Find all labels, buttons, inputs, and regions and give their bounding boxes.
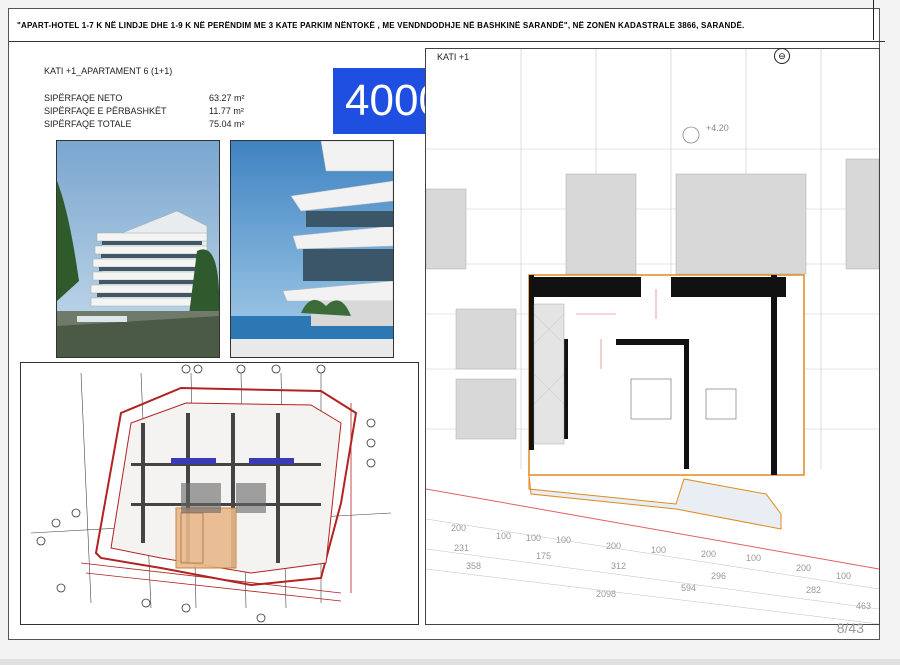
svg-text:296: 296 xyxy=(711,571,726,581)
svg-text:463: 463 xyxy=(856,601,871,611)
svg-text:200: 200 xyxy=(701,549,716,559)
svg-text:175: 175 xyxy=(536,551,551,561)
svg-text:100: 100 xyxy=(746,553,761,563)
area-row: SIPËRFAQE NETO 63.27 m² xyxy=(44,92,259,105)
area-label: SIPËRFAQE NETO xyxy=(44,93,123,103)
area-value: 63.27 m² xyxy=(209,93,245,103)
area-value: 11.77 m² xyxy=(209,106,244,116)
site-plan-drawing xyxy=(20,362,419,625)
area-table: SIPËRFAQE NETO 63.27 m² SIPËRFAQE E PËRB… xyxy=(44,92,259,131)
bottom-bar xyxy=(0,659,900,665)
svg-text:100: 100 xyxy=(496,531,511,541)
area-value: 75.04 m² xyxy=(209,119,245,129)
page-indicator: 8/43 xyxy=(836,620,864,636)
elevation-label: +4.20 xyxy=(706,123,729,133)
area-label: SIPËRFAQE E PËRBASHKËT xyxy=(44,106,167,116)
svg-text:100: 100 xyxy=(651,545,666,555)
document-title: "APART-HOTEL 1-7 K NË LINDJE DHE 1-9 K N… xyxy=(9,9,885,42)
svg-text:200: 200 xyxy=(606,541,621,551)
divider xyxy=(873,0,874,40)
area-label: SIPËRFAQE TOTALE xyxy=(44,119,132,129)
floor-label: KATI +1 xyxy=(437,52,470,62)
svg-text:282: 282 xyxy=(806,585,821,595)
apartment-title: KATI +1_APARTAMENT 6 (1+1) xyxy=(44,66,173,76)
svg-text:200: 200 xyxy=(451,523,466,533)
building-render-image xyxy=(56,140,220,358)
north-arrow-icon: ⊖ xyxy=(774,48,790,64)
area-row: SIPËRFAQE E PËRBASHKËT 11.77 m² xyxy=(44,105,259,118)
area-row: SIPËRFAQE TOTALE 75.04 m² xyxy=(44,118,259,131)
svg-text:100: 100 xyxy=(836,571,851,581)
svg-text:231: 231 xyxy=(454,543,469,553)
svg-text:100: 100 xyxy=(526,533,541,543)
floor-plan-drawing: +4.20 200100100 1 xyxy=(425,48,880,625)
svg-text:2098: 2098 xyxy=(596,589,616,599)
svg-text:200: 200 xyxy=(796,563,811,573)
svg-text:312: 312 xyxy=(611,561,626,571)
balcony-render-image xyxy=(230,140,394,358)
svg-text:358: 358 xyxy=(466,561,481,571)
